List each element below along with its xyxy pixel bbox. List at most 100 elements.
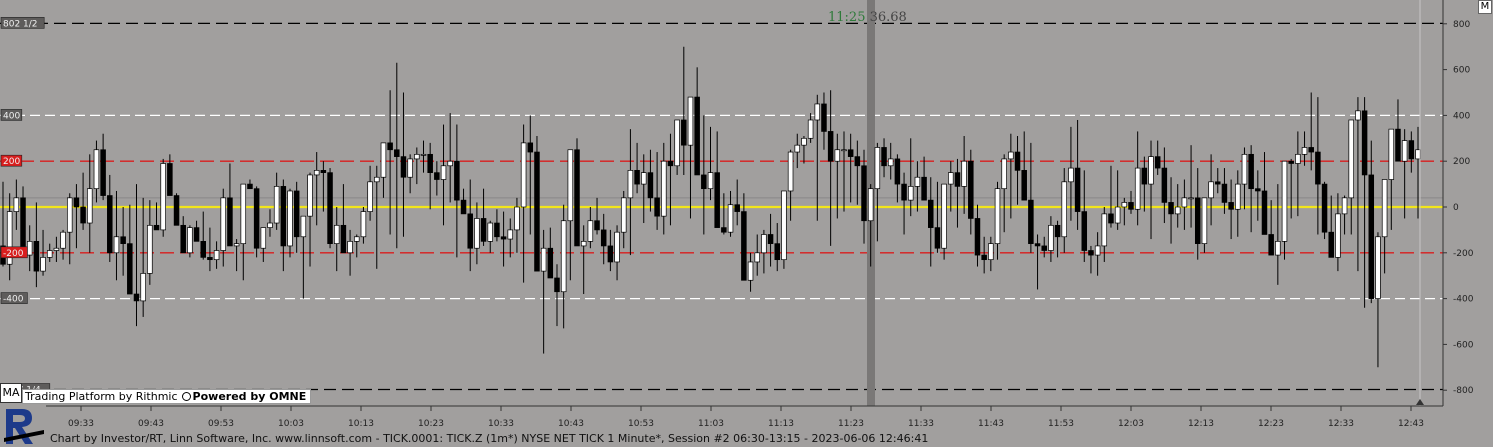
- level-label-text: 802 1/2: [3, 19, 38, 29]
- candle-body: [754, 252, 760, 263]
- candle-body: [1188, 197, 1194, 200]
- candle-body: [1121, 202, 1128, 208]
- candle-body: [767, 234, 774, 244]
- candle-body: [1008, 151, 1014, 160]
- candle-body: [187, 227, 193, 254]
- candle-body: [374, 176, 380, 183]
- candle-body: [901, 183, 907, 201]
- candle-body: [307, 174, 313, 217]
- candle-body: [894, 158, 901, 185]
- candle-body: [147, 224, 153, 274]
- x-tick-label: 09:53: [208, 419, 234, 429]
- candle: [1321, 181, 1328, 240]
- candle-body: [1101, 213, 1108, 247]
- candle-body: [687, 96, 694, 146]
- rithmic-text: Trading Platform by Rithmic: [25, 390, 178, 403]
- candle-body: [467, 213, 473, 249]
- candle-body: [507, 229, 514, 240]
- omne-text: Powered by OMNE: [192, 390, 307, 403]
- candle-body: [801, 137, 807, 146]
- candle-body: [1054, 224, 1061, 238]
- candle-body: [407, 158, 413, 178]
- candle-body: [1068, 167, 1074, 183]
- candle-body: [1001, 158, 1007, 190]
- candle-body: [567, 149, 574, 222]
- candle-body: [287, 190, 293, 247]
- x-tick-label: 11:33: [908, 419, 934, 429]
- candle-body: [580, 241, 587, 247]
- candle: [574, 138, 580, 247]
- candle-body: [1268, 234, 1274, 256]
- candle-body: [627, 170, 634, 199]
- candle-body: [1275, 241, 1281, 256]
- candle-body: [387, 142, 393, 151]
- candle-body: [1335, 213, 1341, 258]
- candle-body: [1381, 179, 1388, 238]
- candle-body: [587, 220, 594, 242]
- candle-body: [701, 174, 707, 190]
- candle-body: [620, 197, 627, 233]
- candle-body: [1281, 160, 1288, 242]
- candle: [941, 183, 947, 260]
- candle-body: [1128, 202, 1134, 210]
- candle: [327, 168, 333, 249]
- candle-body: [500, 236, 507, 240]
- candle-body: [1228, 202, 1234, 210]
- candle-body: [440, 165, 447, 180]
- candle-body: [1094, 245, 1101, 256]
- candle-body: [380, 142, 387, 178]
- candle-body: [353, 236, 360, 242]
- candle-body: [1375, 236, 1381, 299]
- candle-body: [280, 186, 287, 247]
- candle-body: [941, 183, 947, 249]
- candle-body: [761, 234, 767, 254]
- x-tick-label: 12:23: [1258, 419, 1284, 429]
- candle-body: [560, 220, 567, 293]
- candle-body: [1368, 174, 1375, 299]
- candle: [173, 193, 180, 226]
- candle-body: [921, 176, 927, 201]
- candle-body: [253, 188, 260, 249]
- x-tick-label: 09:33: [68, 419, 94, 429]
- candle-body: [961, 160, 967, 187]
- candle-body: [40, 257, 46, 272]
- x-tick-label: 10:43: [558, 419, 584, 429]
- candle-body: [781, 190, 787, 261]
- candle-body: [968, 160, 974, 219]
- tick-candlestick-chart[interactable]: 802 1/2400200-200-400-797 1/4 8006004002…: [0, 0, 1493, 447]
- candle-body: [474, 218, 480, 249]
- candle-body: [233, 243, 240, 247]
- candle-body: [1241, 153, 1248, 185]
- candle-body: [220, 197, 227, 251]
- candle-body: [494, 222, 500, 238]
- candle-body: [447, 160, 453, 167]
- candle-body: [727, 204, 734, 233]
- candle-body: [347, 241, 353, 254]
- candle-body: [340, 224, 347, 254]
- menu-corner-button[interactable]: M: [1478, 0, 1492, 14]
- candle-body: [1308, 147, 1314, 153]
- candle-body: [1134, 167, 1141, 210]
- candle-body: [854, 156, 861, 167]
- candle-body: [661, 160, 667, 217]
- candle-body: [1361, 110, 1368, 176]
- candle-body: [414, 153, 420, 160]
- ma-indicator-button[interactable]: MA: [0, 383, 22, 403]
- candle-body: [26, 241, 33, 256]
- candle-body: [814, 103, 821, 121]
- candle-body: [674, 119, 680, 167]
- candle-body: [360, 211, 367, 238]
- candle-body: [594, 220, 600, 231]
- candle-body: [1295, 153, 1301, 164]
- candle-body: [1348, 119, 1355, 199]
- candle-body: [227, 197, 233, 247]
- candle-body: [427, 153, 433, 174]
- candle-body: [87, 188, 93, 224]
- candle-body: [293, 190, 300, 238]
- candle-body: [53, 247, 60, 251]
- candle-body: [547, 247, 554, 279]
- candle-body: [1395, 128, 1401, 162]
- candle-body: [707, 172, 714, 190]
- candle-body: [80, 206, 86, 224]
- x-tick-label: 10:23: [418, 419, 444, 429]
